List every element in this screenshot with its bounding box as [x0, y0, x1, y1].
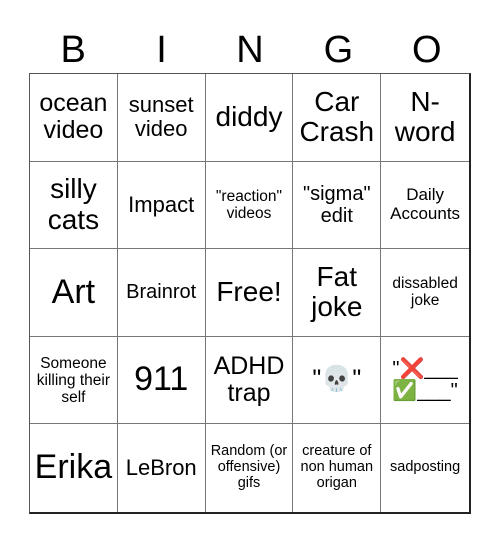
bingo-cell-text: Fat joke: [311, 260, 363, 323]
bingo-cell[interactable]: Impact: [117, 161, 206, 250]
bingo-cell-text: Erika: [34, 448, 113, 487]
bingo-cell[interactable]: Random (or offensive) gifs: [206, 424, 294, 512]
bingo-cell[interactable]: Free!: [205, 249, 294, 337]
bingo-cell[interactable]: sunset video: [117, 74, 206, 162]
header-letter-o: O: [411, 29, 442, 71]
bingo-cell-text: sadposting: [390, 459, 461, 476]
bingo-grid: ocean video sunset video diddy Car Crash N-w…: [29, 73, 471, 514]
bingo-cell-text: Art: [51, 272, 96, 311]
bingo-cell-text: diddy: [215, 100, 283, 132]
bingo-cell[interactable]: creature of non human origan: [293, 424, 382, 512]
bingo-cell-text: Brainrot: [126, 281, 197, 304]
bingo-cell[interactable]: Someone killing their self: [30, 336, 118, 425]
bingo-cell-text: creature of non human origan: [300, 443, 374, 492]
bingo-cell[interactable]: "reaction" videos: [205, 161, 294, 250]
bingo-cell-text: Free!: [216, 276, 282, 308]
bingo-cell-text: 911: [134, 360, 189, 399]
bingo-cell[interactable]: ADHD trap: [205, 336, 294, 425]
bingo-cell-text: Impact: [128, 191, 195, 217]
bingo-cell[interactable]: N-word: [381, 74, 469, 162]
bingo-cell[interactable]: Daily Accounts: [381, 162, 469, 250]
bingo-cell[interactable]: Art: [30, 249, 118, 337]
bingo-cell-text: ocean video: [39, 88, 108, 145]
bingo-cell[interactable]: LeBron: [118, 424, 206, 512]
bingo-cell-text: Daily Accounts: [390, 185, 461, 223]
bingo-cell-text: sunset video: [128, 92, 194, 142]
bingo-cell-text: LeBron: [125, 455, 197, 481]
bingo-cell-text: ADHD trap: [213, 351, 285, 408]
bingo-cell[interactable]: silly cats: [30, 161, 118, 250]
bingo-cell-text: N-word: [394, 85, 456, 148]
bingo-cell-text: dissabled joke: [392, 275, 458, 310]
bingo-cell[interactable]: Erika: [30, 424, 118, 512]
bingo-cell-text: Random (or offensive) gifs: [210, 443, 288, 492]
bingo-cell-text: Car Crash: [299, 85, 375, 148]
bingo-cell[interactable]: diddy: [205, 74, 294, 162]
bingo-cell[interactable]: dissabled joke: [381, 249, 469, 337]
bingo-cell-text: silly cats: [47, 173, 100, 235]
header-letter-g: G: [323, 29, 354, 71]
bingo-cell[interactable]: Fat joke: [293, 249, 382, 337]
bingo-cell-text: "reaction" videos: [215, 187, 283, 222]
bingo-cell[interactable]: "sigma" edit: [293, 161, 382, 250]
bingo-cell-text: "sigma" edit: [303, 182, 371, 227]
bingo-cell[interactable]: sadposting: [381, 424, 469, 512]
bingo-cell-text: "💀": [312, 365, 362, 394]
bingo-cell[interactable]: 911: [117, 336, 206, 425]
bingo-cell-text: "❌___ ✅___": [392, 358, 458, 403]
bingo-cell[interactable]: ocean video: [30, 74, 118, 162]
bingo-cell[interactable]: "💀": [293, 336, 382, 425]
bingo-cell[interactable]: Car Crash: [293, 74, 382, 162]
header-letter-n: N: [236, 29, 264, 71]
bingo-header: B I N G O: [29, 28, 471, 72]
bingo-cell[interactable]: "❌___ ✅___": [381, 337, 469, 425]
bingo-cell[interactable]: Brainrot: [117, 249, 206, 337]
bingo-cell-text: Someone killing their self: [36, 354, 111, 406]
header-letter-i: I: [156, 29, 167, 71]
header-letter-b: B: [60, 29, 86, 71]
